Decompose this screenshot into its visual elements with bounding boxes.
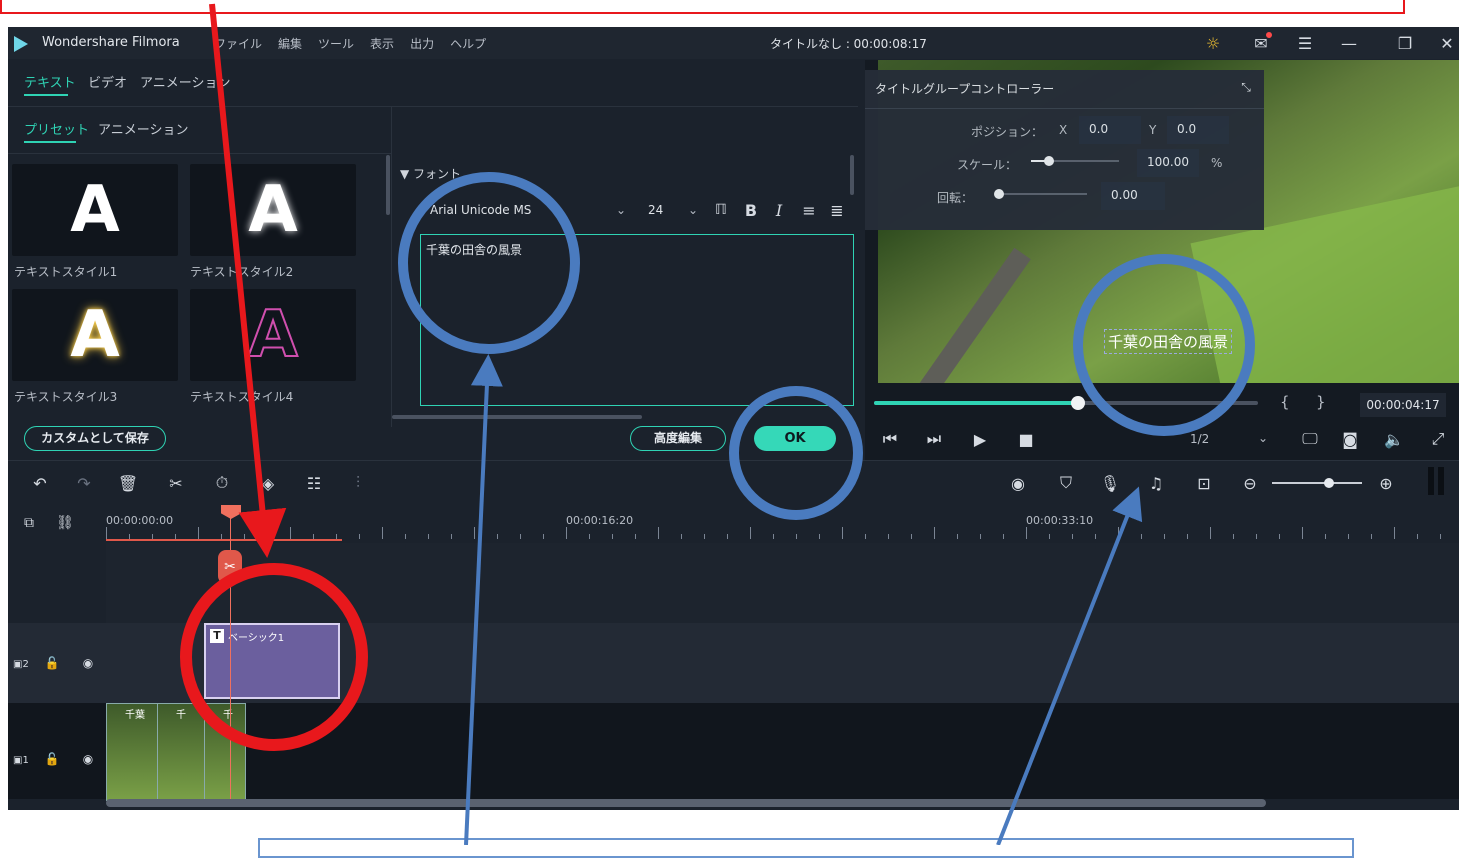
annotation-blue-circle-ok xyxy=(729,386,863,520)
annotation-blue-arrow-left xyxy=(464,354,503,845)
annotation-red-arrow xyxy=(209,3,287,558)
annotation-overlay xyxy=(180,3,1255,845)
annotation-red-circle xyxy=(180,563,368,751)
annotation-blue-arrow-right xyxy=(996,486,1143,845)
annotation-blue-circle-preview xyxy=(1073,254,1255,436)
annotation-blue-circle-text xyxy=(398,172,580,354)
